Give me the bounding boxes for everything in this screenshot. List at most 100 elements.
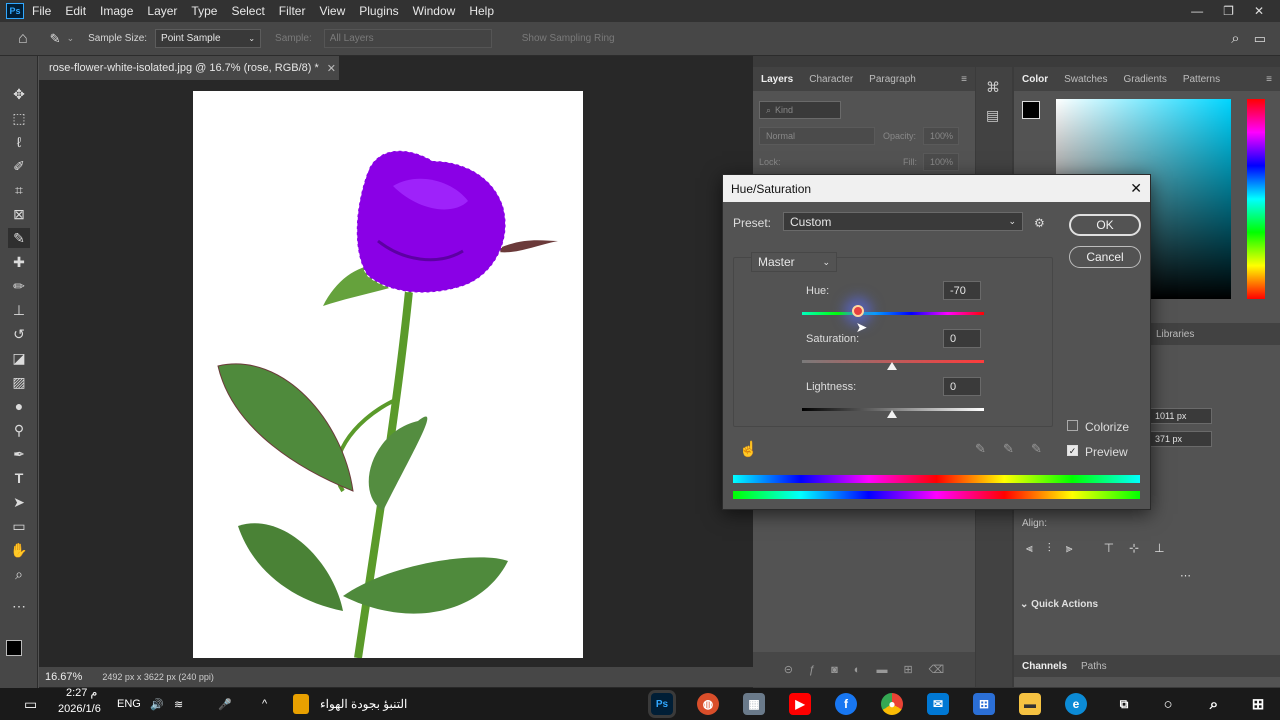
eyedropper-minus-icon[interactable]: ✎	[1031, 441, 1042, 457]
eyedropper-tool-icon[interactable]: ✎	[8, 228, 30, 248]
align-middle-icon[interactable]: ⊹	[1129, 541, 1139, 556]
trash-icon[interactable]: ⌫	[929, 663, 945, 676]
hue-slider[interactable]	[1247, 99, 1265, 299]
menu-image[interactable]: Image	[100, 4, 133, 18]
panel-menu-icon[interactable]: ≡	[1258, 74, 1280, 85]
notification-icon[interactable]: ▭	[24, 696, 37, 713]
tab-libraries[interactable]: Libraries	[1156, 329, 1194, 340]
eyedropper-icon[interactable]: ✎	[975, 441, 986, 457]
close-app-button[interactable]: ✕	[1254, 4, 1264, 18]
search-icon[interactable]: ⌕	[1203, 693, 1225, 715]
pen-tool-icon[interactable]: ✒	[8, 444, 30, 464]
preset-options-icon[interactable]: ⚙	[1034, 216, 1045, 230]
menu-file[interactable]: File	[32, 4, 51, 18]
path-selection-tool-icon[interactable]: ➤	[8, 492, 30, 512]
folder-icon[interactable]: ▬	[876, 664, 887, 676]
blur-tool-icon[interactable]: ●	[8, 396, 30, 416]
align-right-icon[interactable]: ⫸	[1066, 541, 1073, 556]
tab-gradients[interactable]: Gradients	[1115, 74, 1174, 85]
brush-tool-icon[interactable]: ✏	[8, 276, 30, 296]
move-tool-icon[interactable]: ✥	[8, 84, 30, 104]
restore-button[interactable]: ❐	[1223, 4, 1234, 18]
mail-taskbar-icon[interactable]: ✉	[927, 693, 949, 715]
opacity-field[interactable]: 100%	[923, 127, 959, 145]
preview-checkbox[interactable]: ✓	[1067, 445, 1078, 456]
lightness-field[interactable]: 0	[943, 377, 981, 396]
mic-icon[interactable]: 🎤	[218, 698, 232, 711]
menu-edit[interactable]: Edit	[65, 4, 86, 18]
wifi-icon[interactable]: ≋	[174, 698, 183, 711]
foreground-color-swatch[interactable]	[6, 640, 22, 656]
colorize-checkbox[interactable]	[1067, 420, 1078, 431]
menu-help[interactable]: Help	[469, 4, 494, 18]
gradient-tool-icon[interactable]: ▨	[8, 372, 30, 392]
store-taskbar-icon[interactable]: ⊞	[973, 693, 995, 715]
crop-tool-icon[interactable]: ⌗	[8, 180, 30, 200]
tab-patterns[interactable]: Patterns	[1175, 74, 1228, 85]
weather-text[interactable]: التنبؤ بجودة الهواء	[320, 697, 407, 711]
show-sampling-ring-checkbox[interactable]: Show Sampling Ring	[522, 33, 615, 44]
eyedropper-plus-icon[interactable]: ✎	[1003, 441, 1014, 457]
blend-mode-select[interactable]: Normal	[759, 127, 875, 145]
home-icon[interactable]: ⌂	[18, 30, 28, 48]
tab-paragraph[interactable]: Paragraph	[861, 74, 924, 85]
photoshop-taskbar-icon[interactable]: Ps	[651, 693, 673, 715]
minimize-button[interactable]: —	[1191, 4, 1203, 18]
language-indicator[interactable]: ENG	[117, 698, 141, 710]
saturation-field[interactable]: 0	[943, 329, 981, 348]
history-icon[interactable]: ⌘	[986, 79, 1000, 96]
quick-select-tool-icon[interactable]: ✐	[8, 156, 30, 176]
hand-tool-icon[interactable]: ✋	[8, 540, 30, 560]
link-icon[interactable]: ⊝	[784, 663, 793, 676]
edge-taskbar-icon[interactable]: e	[1065, 693, 1087, 715]
clone-stamp-tool-icon[interactable]: ⊥	[8, 300, 30, 320]
lasso-tool-icon[interactable]: ℓ	[8, 132, 30, 152]
menu-window[interactable]: Window	[413, 4, 456, 18]
channel-select[interactable]: Master ⌄	[751, 252, 837, 272]
height-field[interactable]: 371 px	[1148, 431, 1212, 447]
fill-field[interactable]: 100%	[923, 153, 959, 171]
chevron-up-icon[interactable]: ^	[262, 698, 267, 710]
sample-select[interactable]: All Layers	[323, 29, 492, 48]
clock-date[interactable]: 2026/1/6	[58, 703, 101, 715]
more-tools-icon[interactable]: ⋯	[8, 596, 30, 616]
menu-plugins[interactable]: Plugins	[359, 4, 398, 18]
search-icon[interactable]: ⌕	[1231, 30, 1239, 47]
healing-brush-tool-icon[interactable]: ✚	[8, 252, 30, 272]
zoom-tool-icon[interactable]: ⌕	[8, 564, 30, 584]
chevron-down-icon[interactable]: ⌄	[67, 33, 75, 44]
lightness-slider-thumb[interactable]	[887, 410, 897, 418]
windows-start-icon[interactable]: ⊞	[1247, 693, 1269, 715]
panel-menu-icon[interactable]: ≡	[953, 74, 975, 85]
menu-type[interactable]: Type	[191, 4, 217, 18]
tab-paths[interactable]: Paths	[1081, 661, 1107, 672]
mask-icon[interactable]: ◙	[831, 664, 838, 676]
align-center-icon[interactable]: ⫶	[1048, 541, 1051, 556]
frame-tool-icon[interactable]: ⊠	[8, 204, 30, 224]
chrome-taskbar-icon[interactable]: ●	[881, 693, 903, 715]
saturation-slider-thumb[interactable]	[887, 362, 897, 370]
marquee-tool-icon[interactable]: ⬚	[8, 108, 30, 128]
workspace-icon[interactable]: ▭	[1254, 31, 1266, 47]
ok-button[interactable]: OK	[1069, 214, 1141, 236]
menu-filter[interactable]: Filter	[279, 4, 306, 18]
dodge-tool-icon[interactable]: ⚲	[8, 420, 30, 440]
history-brush-tool-icon[interactable]: ↺	[8, 324, 30, 344]
cancel-button[interactable]: Cancel	[1069, 246, 1141, 268]
rectangle-tool-icon[interactable]: ▭	[8, 516, 30, 536]
more-options-icon[interactable]: ⋯	[1180, 569, 1191, 582]
align-top-icon[interactable]: ⊤	[1104, 541, 1114, 556]
layer-filter-search[interactable]: ⌕ Kind	[759, 101, 841, 119]
width-field[interactable]: 1011 px	[1148, 408, 1212, 424]
youtube-taskbar-icon[interactable]: ▶	[789, 693, 811, 715]
targeted-adjustment-icon[interactable]: ☝	[739, 440, 758, 458]
adjustment-icon[interactable]: ◐	[854, 664, 861, 676]
facebook-taskbar-icon[interactable]: f	[835, 693, 857, 715]
zoom-level[interactable]: 16.67%	[45, 671, 82, 683]
hue-field[interactable]: -70	[943, 281, 981, 300]
close-tab-icon[interactable]: ✕	[327, 62, 336, 75]
document-tab[interactable]: rose-flower-white-isolated.jpg @ 16.7% (…	[39, 56, 339, 80]
task-view-icon[interactable]: ⧉	[1113, 693, 1135, 715]
clock-time[interactable]: 2:27 م	[66, 686, 97, 699]
document-info[interactable]: 2492 px x 3622 px (240 ppi)	[102, 672, 214, 682]
